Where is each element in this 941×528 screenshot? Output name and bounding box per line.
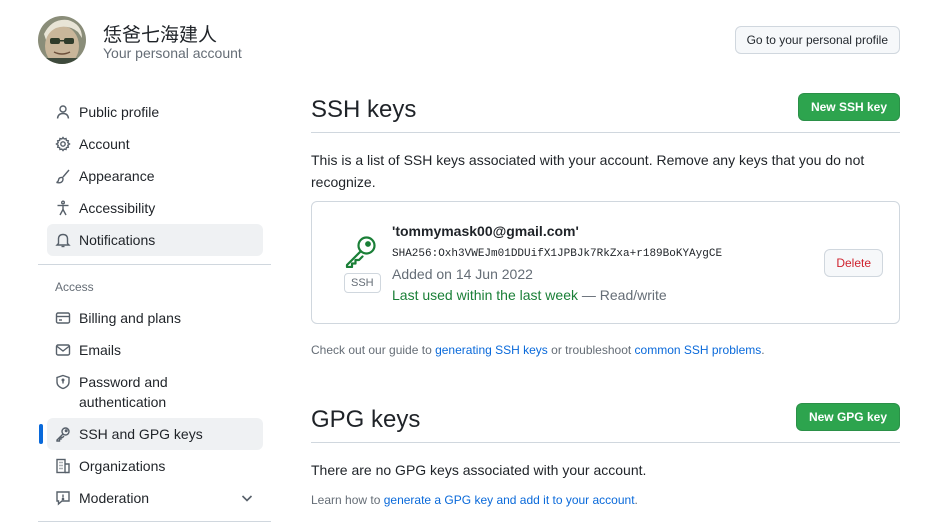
sidebar-item-label-line2: authentication <box>79 394 167 410</box>
accessibility-icon <box>55 200 71 216</box>
shield-lock-icon <box>55 374 71 390</box>
sidebar-item-billing[interactable]: Billing and plans <box>47 302 263 334</box>
sidebar-section-heading: Access <box>55 280 94 294</box>
sidebar-item-password-authentication[interactable]: Password and authentication <box>47 366 263 414</box>
bell-icon <box>55 232 71 248</box>
sidebar-item-label: Appearance <box>79 168 155 184</box>
ssh-guide-suffix: . <box>761 343 765 357</box>
account-header: 恁爸七海建人 Your personal account Go to your … <box>38 14 900 66</box>
gpg-empty-text: There are no GPG keys associated with yo… <box>311 462 647 478</box>
sidebar-item-label: Emails <box>79 342 122 358</box>
gpg-guide-text: Learn how to generate a GPG key and add … <box>311 493 638 507</box>
sidebar-item-account[interactable]: Account <box>47 128 263 160</box>
sidebar-item-public-profile[interactable]: Public profile <box>47 96 263 128</box>
ssh-guide-middle: or troubleshoot <box>547 343 635 357</box>
sidebar-item-label: Organizations <box>79 458 166 474</box>
sidebar-item-notifications[interactable]: Notifications <box>47 224 263 256</box>
organization-icon <box>55 458 71 474</box>
user-name: 恁爸七海建人 <box>103 25 218 46</box>
key-icon <box>55 426 71 442</box>
key-last-used-text: Last used within the last week <box>392 287 578 303</box>
sidebar-item-label: Public profile <box>79 104 160 120</box>
ssh-description: This is a list of SSH keys associated wi… <box>311 152 865 190</box>
active-indicator <box>39 424 43 444</box>
sidebar-item-appearance[interactable]: Appearance <box>47 160 263 192</box>
generating-ssh-keys-link[interactable]: generating SSH keys <box>435 343 548 357</box>
gpg-guide-prefix: Learn how to <box>311 493 384 507</box>
gpg-guide-suffix: . <box>634 493 638 507</box>
key-fingerprint: SHA256:Oxh3VWEJm01DDUifX1JPBJk7RkZxa+r18… <box>392 248 723 260</box>
chevron-down-icon[interactable] <box>239 490 255 506</box>
gear-icon <box>55 136 71 152</box>
new-ssh-key-button[interactable]: New SSH key <box>797 93 900 121</box>
generate-gpg-key-link[interactable]: generate a GPG key and add it to your ac… <box>384 493 635 507</box>
key-access-level: — Read/write <box>578 287 667 303</box>
sidebar-item-ssh-gpg-keys[interactable]: SSH and GPG keys <box>39 418 263 450</box>
sidebar-item-accessibility[interactable]: Accessibility <box>47 192 263 224</box>
gpg-section-header: GPG keys New GPG key <box>311 400 900 443</box>
sidebar-item-organizations[interactable]: Organizations <box>47 450 263 482</box>
ssh-guide-text: Check out our guide to generating SSH ke… <box>311 343 765 357</box>
page-title: SSH keys <box>311 96 417 123</box>
person-icon <box>55 104 71 120</box>
account-type-label: Your personal account <box>103 45 242 61</box>
paintbrush-icon <box>55 168 71 184</box>
key-type-label: SSH <box>344 273 381 293</box>
sidebar-divider <box>38 264 271 265</box>
go-to-profile-button[interactable]: Go to your personal profile <box>734 26 900 54</box>
delete-key-button[interactable]: Delete <box>824 249 883 277</box>
gpg-section-title: GPG keys <box>311 406 421 433</box>
sidebar-item-label: Account <box>79 136 130 152</box>
key-added-date: Added on 14 Jun 2022 <box>392 266 533 282</box>
sidebar-item-emails[interactable]: Emails <box>47 334 263 366</box>
sidebar-item-label: Accessibility <box>79 200 156 216</box>
sidebar-item-label: Moderation <box>79 490 150 506</box>
avatar[interactable] <box>38 16 86 64</box>
ssh-key-item: SSH 'tommymask00@gmail.com' SHA256:Oxh3V… <box>311 201 900 324</box>
credit-card-icon <box>55 310 71 326</box>
sidebar-item-label: Billing and plans <box>79 310 181 326</box>
key-last-used: Last used within the last week — Read/wr… <box>392 287 667 303</box>
sidebar-item-moderation[interactable]: Moderation <box>47 482 263 514</box>
report-icon <box>55 490 71 506</box>
ssh-section-header: SSH keys New SSH key <box>311 90 900 133</box>
key-title: 'tommymask00@gmail.com' <box>392 223 579 239</box>
mail-icon <box>55 342 71 358</box>
common-ssh-problems-link[interactable]: common SSH problems <box>635 343 762 357</box>
sidebar-divider <box>38 521 271 522</box>
sidebar-item-label-line1: Password and <box>79 374 168 390</box>
sidebar-item-label: SSH and GPG keys <box>79 426 203 442</box>
key-icon <box>344 234 378 269</box>
ssh-guide-prefix: Check out our guide to <box>311 343 436 357</box>
new-gpg-key-button[interactable]: New GPG key <box>795 403 900 431</box>
sidebar-item-label: Notifications <box>79 232 156 248</box>
